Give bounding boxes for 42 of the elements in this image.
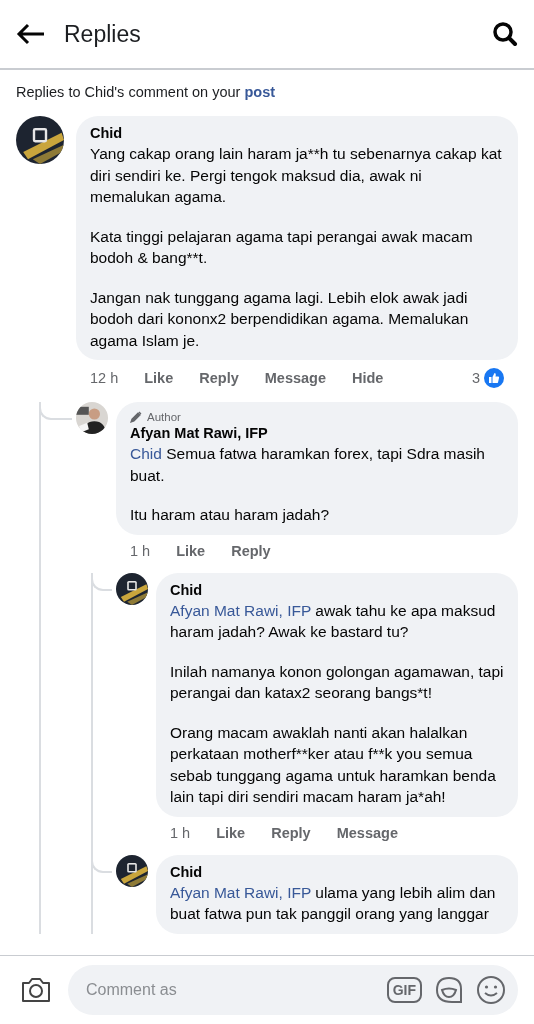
action-link[interactable]: Like	[216, 824, 246, 841]
page-title: Replies	[64, 20, 142, 48]
timestamp: 1 h	[170, 824, 191, 841]
comment-text: Jangan nak tunggang agama lagi. Lebih elok awak jadi bodoh dari kononx2 berpendidikan agama. Memalukan agama Islam je.	[90, 287, 470, 351]
mention-link[interactable]: Afyan Mat Rawi, IFP	[170, 883, 311, 901]
comment-text: Inilah namanya konon golongan agamawan, tapi perangai dan katax2 seorang bangs*t!	[170, 661, 504, 703]
search-button[interactable]	[492, 21, 518, 47]
reaction-count: 3	[471, 370, 480, 386]
action-link[interactable]: Reply	[199, 370, 239, 386]
timestamp: 1 h	[130, 542, 151, 559]
timestamp: 12 h	[90, 370, 119, 386]
emoji-icon[interactable]	[476, 975, 506, 1005]
comment-field[interactable]: Comment as GIF	[68, 965, 518, 1015]
post-link[interactable]: post	[244, 84, 276, 100]
action-link[interactable]: Message	[336, 824, 398, 841]
action-link[interactable]: Message	[264, 370, 326, 386]
commenter-name[interactable]: Chid	[170, 863, 504, 880]
action-link[interactable]: Like	[176, 542, 206, 559]
camera-icon[interactable]	[20, 976, 52, 1004]
comment-text: Orang macam awaklah nanti akan halalkan perkataan motherf**ker atau f**k you semua sebab tunggang agama untuk haramkan benda lain tapi diri sendiri macam haram ja*ah!	[170, 722, 497, 807]
mention-link[interactable]: Afyan Mat Rawi, IFP	[170, 601, 311, 619]
comment-text: Afyan Mat Rawi, IFP awak tahu ke apa maksud haram jadah? Awak ke bastard tu?	[170, 600, 497, 642]
action-link[interactable]: Like	[144, 370, 174, 386]
back-button[interactable]	[16, 22, 46, 46]
comment-text: Chid Semua fatwa haramkan forex, tapi Sdra masih buat.	[130, 444, 486, 486]
action-link[interactable]: Reply	[271, 824, 311, 841]
comment-text: Yang cakap orang lain haram ja**h tu sebenarnya cakap kat diri sendiri ke. Pergi tengok maksud dia, awak ni memalukan agama.	[90, 144, 503, 207]
pencil-icon	[130, 411, 142, 423]
commenter-name[interactable]: Chid	[90, 125, 504, 141]
comment-text: Kata tinggi pelajaran agama tapi perangai awak macam bodoh & bang**t.	[90, 226, 474, 268]
sticker-icon[interactable]	[434, 975, 464, 1005]
comment-text: Itu haram atau haram jadah?	[130, 505, 331, 525]
commenter-name[interactable]: Chid	[170, 581, 504, 598]
action-link[interactable]: Hide	[352, 370, 384, 386]
author-label: Author	[147, 411, 181, 423]
commenter-name[interactable]: Afyan Mat Rawi, IFP	[130, 425, 504, 441]
context-text: Replies to Chid's comment on your post	[15, 83, 277, 102]
comment-text: Afyan Mat Rawi, IFP ulama yang lebih alim dan buat fatwa pun tak panggil orang yang langgar	[170, 882, 497, 924]
gif-button[interactable]: GIF	[386, 977, 422, 1003]
like-icon	[484, 368, 504, 388]
action-link[interactable]: Reply	[231, 542, 271, 559]
mention-link[interactable]: Chid	[130, 445, 162, 462]
